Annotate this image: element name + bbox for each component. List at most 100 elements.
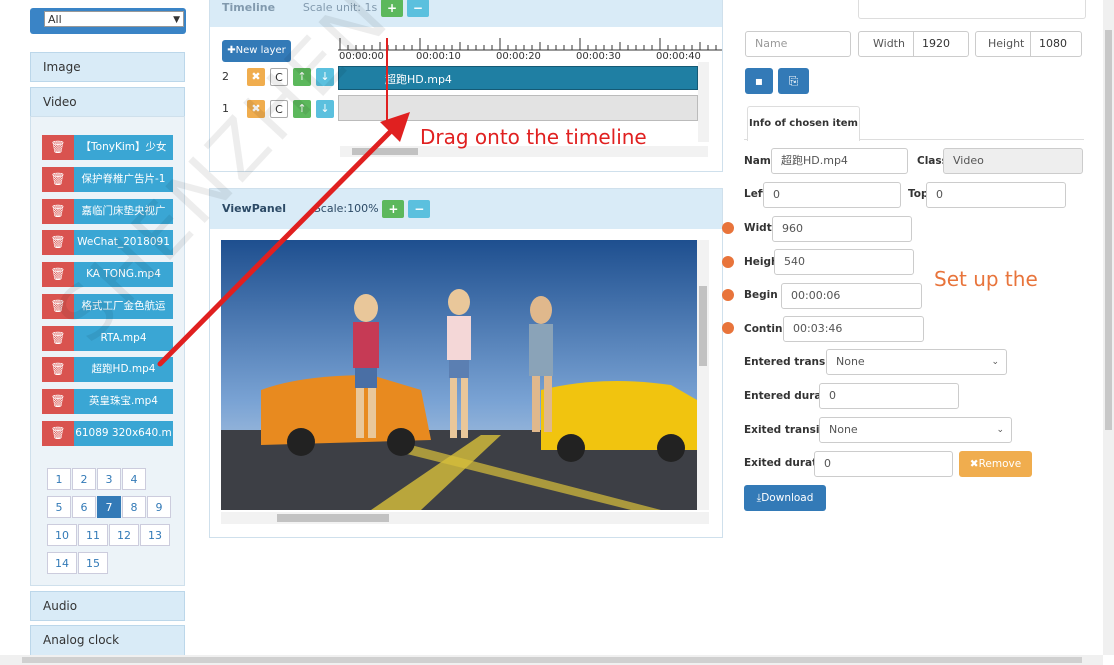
list-item[interactable]: 🗑 英皇珠宝.mp4	[42, 389, 173, 414]
zoom-out-button[interactable]: −	[408, 200, 431, 218]
file-name[interactable]: 【TonyKim】少女	[74, 135, 173, 160]
trash-icon[interactable]: 🗑	[42, 389, 74, 414]
page-button[interactable]: 13	[140, 524, 170, 546]
arrow-down-icon[interactable]: ↓	[316, 68, 334, 86]
timeline-hscroll-thumb[interactable]	[352, 148, 418, 155]
refresh-icon[interactable]: C	[270, 100, 288, 118]
page-button[interactable]: 6	[72, 496, 96, 518]
new-layer-button[interactable]: ✚New layer	[222, 40, 291, 62]
page-button[interactable]: 8	[122, 496, 146, 518]
trash-icon[interactable]: 🗑	[42, 199, 74, 224]
list-item[interactable]: 🗑 WeChat_2018091	[42, 230, 173, 255]
page-vscroll-thumb[interactable]	[1105, 30, 1112, 430]
entered-transition-select[interactable]: None ⌄	[826, 349, 1007, 375]
page-button[interactable]: 1	[47, 468, 71, 490]
type-select-wrapper: All ▼	[30, 8, 186, 34]
save-icon[interactable]: ▪	[745, 68, 773, 94]
page-button[interactable]: 5	[47, 496, 71, 518]
height-input[interactable]: 540	[774, 249, 914, 275]
category-image[interactable]: Image	[30, 52, 185, 82]
continue-input[interactable]: 00:03:46	[783, 316, 924, 342]
download-button[interactable]: ⤓Download	[744, 485, 826, 511]
list-item[interactable]: 🗑 61089 320x640.m	[42, 421, 173, 446]
page-button-active[interactable]: 7	[97, 496, 121, 518]
list-item[interactable]: 🗑 格式工厂金色航运	[42, 294, 173, 319]
project-name-input[interactable]: Name	[745, 31, 851, 57]
trash-icon[interactable]: 🗑	[42, 294, 74, 319]
list-item[interactable]: 🗑 RTA.mp4	[42, 326, 173, 351]
page-button[interactable]: 11	[78, 524, 108, 546]
close-icon[interactable]: ✖	[247, 100, 265, 118]
timeline-vscroll[interactable]	[698, 62, 709, 142]
file-name[interactable]: 英皇珠宝.mp4	[74, 389, 173, 414]
trash-icon[interactable]: 🗑	[42, 326, 74, 351]
refresh-icon[interactable]: C	[270, 68, 288, 86]
file-name[interactable]: 格式工厂金色航运	[74, 294, 173, 319]
trash-icon[interactable]: 🗑	[42, 135, 74, 160]
top-field-partial[interactable]	[858, 0, 1086, 19]
file-name[interactable]: WeChat_2018091	[74, 230, 173, 255]
timeline-clip[interactable]: 超跑HD.mp4	[338, 66, 698, 90]
list-item[interactable]: 🗑 保护脊椎广告片-1	[42, 167, 173, 192]
preview-vscroll[interactable]	[697, 240, 709, 510]
page-hscroll-thumb[interactable]	[22, 657, 1082, 663]
begin-input[interactable]: 00:00:06	[781, 283, 922, 309]
zoom-out-button[interactable]: −	[406, 0, 429, 17]
zoom-in-button[interactable]: +	[381, 0, 404, 17]
zoom-in-button[interactable]: +	[382, 200, 405, 218]
page-button[interactable]: 3	[97, 468, 121, 490]
file-name[interactable]: 嘉临门床垫央视广	[74, 199, 173, 224]
arrow-up-icon[interactable]: ↑	[293, 100, 311, 118]
trash-icon[interactable]: 🗑	[42, 421, 74, 446]
exited-duration-input[interactable]: 0	[814, 451, 953, 477]
project-height-input[interactable]: 1080	[1030, 32, 1082, 56]
type-select[interactable]: All ▼	[44, 11, 184, 27]
trash-icon[interactable]: 🗑	[42, 230, 74, 255]
file-name[interactable]: RTA.mp4	[74, 326, 173, 351]
list-item[interactable]: 🗑 嘉临门床垫央视广	[42, 199, 173, 224]
page-vscroll[interactable]	[1103, 0, 1114, 655]
trash-icon[interactable]: 🗑	[42, 357, 74, 382]
exited-transition-value: None	[829, 423, 858, 436]
list-item[interactable]: 🗑 KA TONG.mp4	[42, 262, 173, 287]
remove-button[interactable]: ✖Remove	[959, 451, 1032, 477]
highlight-dot	[722, 256, 734, 268]
preview-hscroll[interactable]	[221, 512, 709, 524]
category-audio[interactable]: Audio	[30, 591, 185, 621]
file-name[interactable]: 61089 320x640.m	[74, 421, 173, 446]
close-icon[interactable]: ✖	[247, 68, 265, 86]
page-button[interactable]: 12	[109, 524, 139, 546]
file-name[interactable]: 保护脊椎广告片-1	[74, 167, 173, 192]
preview-vscroll-thumb[interactable]	[699, 286, 707, 366]
trash-icon[interactable]: 🗑	[42, 262, 74, 287]
list-item[interactable]: 🗑 超跑HD.mp4	[42, 357, 173, 382]
page-button[interactable]: 4	[122, 468, 146, 490]
timeline-track-empty[interactable]	[338, 95, 698, 121]
arrow-up-icon[interactable]: ↑	[293, 68, 311, 86]
category-video[interactable]: Video	[30, 87, 185, 117]
trash-icon[interactable]: 🗑	[42, 167, 74, 192]
page-button[interactable]: 10	[47, 524, 77, 546]
left-input[interactable]: 0	[763, 182, 901, 208]
page-button[interactable]: 15	[78, 552, 108, 574]
arrow-down-icon[interactable]: ↓	[316, 100, 334, 118]
exited-transition-select[interactable]: None ⌄	[819, 417, 1012, 443]
file-name[interactable]: 超跑HD.mp4	[74, 357, 173, 382]
tab-info[interactable]: Info of chosen item	[747, 106, 860, 141]
file-name[interactable]: KA TONG.mp4	[74, 262, 173, 287]
width-input[interactable]: 960	[772, 216, 912, 242]
top-input[interactable]: 0	[926, 182, 1066, 208]
page-hscroll[interactable]	[0, 655, 1103, 665]
list-item[interactable]: 🗑 【TonyKim】少女	[42, 135, 173, 160]
playhead[interactable]	[386, 38, 388, 126]
save-as-icon[interactable]: ⎘	[778, 68, 809, 94]
page-button[interactable]: 9	[147, 496, 171, 518]
page-button[interactable]: 14	[47, 552, 77, 574]
category-analog-clock[interactable]: Analog clock	[30, 625, 185, 657]
chevron-down-icon: ⌄	[991, 357, 999, 367]
project-width-input[interactable]: 1920	[913, 32, 969, 56]
preview-hscroll-thumb[interactable]	[277, 514, 389, 522]
entered-duration-input[interactable]: 0	[819, 383, 959, 409]
item-name-input[interactable]: 超跑HD.mp4	[771, 148, 908, 174]
page-button[interactable]: 2	[72, 468, 96, 490]
